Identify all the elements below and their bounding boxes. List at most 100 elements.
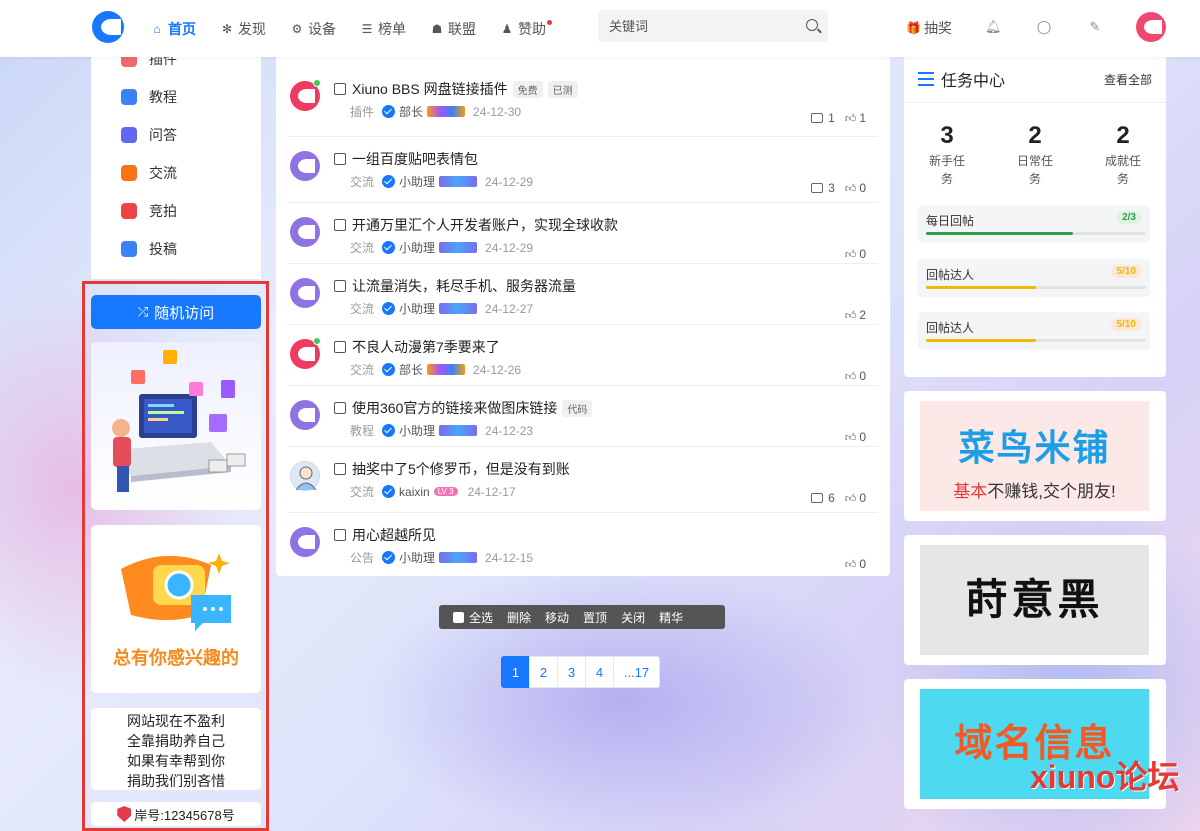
page-link[interactable]: ...17 [613,656,660,688]
page-link[interactable]: 2 [529,656,558,688]
author-avatar[interactable] [290,400,320,430]
bulk-action-1[interactable]: 删除 [507,609,531,626]
user-avatar[interactable] [1136,12,1166,42]
thread-author[interactable]: 小助理 [399,422,435,439]
thread-title[interactable]: 让流量消失，耗尽手机、服务器流量 [352,276,576,296]
task-stat-0[interactable]: 3 新手任务 [917,122,977,188]
interest-card[interactable]: 总有你感兴趣的 [91,525,261,693]
thumbs-up-icon[interactable]: 👍︎ [845,182,857,195]
author-avatar[interactable] [290,278,320,308]
thumbs-up-icon[interactable]: 👍︎ [845,558,857,571]
nav-item-4[interactable]: ☗ 联盟 [430,19,476,39]
thread-category[interactable]: 交流 [350,173,374,190]
thread-checkbox[interactable] [334,529,346,541]
thread-category[interactable]: 公告 [350,549,374,566]
thread-category[interactable]: 插件 [350,103,374,120]
thread-author[interactable]: 小助理 [399,239,435,256]
author-avatar[interactable] [290,151,320,181]
thread-title-line[interactable]: Xiuno BBS 网盘链接插件 免费 已测 [334,79,578,99]
thread-title[interactable]: 抽奖中了5个修罗币，但是没有到账 [352,459,570,479]
thread-title[interactable]: 不良人动漫第7季要来了 [352,337,500,357]
bulk-action-4[interactable]: 关闭 [621,609,645,626]
task-item[interactable]: 回帖达人 5/10 [918,259,1150,297]
nav-item-3[interactable]: ☰ 榜单 [360,19,406,39]
lottery-link[interactable]: 🎁 抽奖 [906,18,952,38]
bulk-action-0[interactable]: 全选 [469,609,493,626]
select-all-checkbox[interactable] [453,611,464,623]
thread-checkbox[interactable] [334,402,346,414]
thumbs-up-icon[interactable]: 👍︎ [845,248,857,261]
thread-title-line[interactable]: 用心超越所见 [334,525,436,545]
search-icon[interactable] [806,19,818,31]
thread-row[interactable]: 开通万里汇个人开发者账户，实现全球收款 交流 小助理 24-12-29 👍︎ 0 [288,202,878,264]
page-link[interactable]: 3 [557,656,586,688]
thread-row[interactable]: 让流量消失，耗尽手机、服务器流量 交流 小助理 24-12-27 👍︎ 2 [288,263,878,325]
chat-icon[interactable]: ◯ [1036,19,1052,35]
thread-checkbox[interactable] [334,219,346,231]
site-logo[interactable] [92,11,124,43]
thread-category[interactable]: 教程 [350,422,374,439]
author-avatar[interactable] [290,217,320,247]
edit-icon[interactable]: ✎ [1087,19,1103,35]
thread-checkbox[interactable] [334,341,346,353]
task-item[interactable]: 回帖达人 5/10 [918,312,1150,350]
thread-row[interactable]: 一组百度贴吧表情包 交流 小助理 24-12-29 3 👍︎ 0 [288,136,878,198]
thread-row[interactable]: Xiuno BBS 网盘链接插件 免费 已测 插件 部长 24-12-30 1 👍︎ 1 [288,67,878,129]
random-visit-button[interactable]: ⤮ 随机访问 [91,295,261,329]
thread-title[interactable]: Xiuno BBS 网盘链接插件 [352,79,508,99]
thread-title[interactable]: 使用360官方的链接来做图床链接 [352,398,557,418]
sidebar-item-2[interactable]: 问答 [121,125,177,145]
ad-cainiao-banner[interactable]: 菜鸟米铺 基本不赚钱,交个朋友! [920,401,1149,511]
thread-row[interactable]: 抽奖中了5个修罗币，但是没有到账 交流 kaixin LV 3 24-12-17 6 👍︎ 0 [288,446,878,508]
thread-checkbox[interactable] [334,153,346,165]
thread-title-line[interactable]: 一组百度贴吧表情包 [334,149,478,169]
sidebar-item-1[interactable]: 教程 [121,87,177,107]
task-item[interactable]: 每日回帖 2/3 [918,205,1150,243]
thread-author[interactable]: 部长 [399,103,423,120]
search-input[interactable] [598,10,788,42]
thread-title-line[interactable]: 不良人动漫第7季要来了 [334,337,500,357]
thread-author[interactable]: 小助理 [399,300,435,317]
thread-title-line[interactable]: 开通万里汇个人开发者账户，实现全球收款 [334,215,618,235]
coder-illustration-card[interactable] [91,342,261,510]
ad-logo-black[interactable]: 莳意黑 [904,535,1166,665]
thread-author[interactable]: 小助理 [399,173,435,190]
page-link[interactable]: 1 [501,656,530,688]
thread-row[interactable]: 使用360官方的链接来做图床链接 代码 教程 小助理 24-12-23 👍︎ 0 [288,385,878,447]
thumbs-up-icon[interactable]: 👍︎ [845,309,857,322]
bulk-action-5[interactable]: 精华 [659,609,683,626]
task-stat-2[interactable]: 2 成就任务 [1093,122,1153,188]
thread-category[interactable]: 交流 [350,483,374,500]
ad-logo-black-banner[interactable]: 莳意黑 [920,545,1149,655]
nav-item-0[interactable]: ⌂ 首页 [150,19,196,39]
thread-row[interactable]: 不良人动漫第7季要来了 交流 部长 24-12-26 👍︎ 0 [288,324,878,386]
thread-title[interactable]: 用心超越所见 [352,525,436,545]
nav-item-5[interactable]: ♟ 赞助 [500,19,552,39]
sidebar-item-4[interactable]: 竞拍 [121,201,177,221]
thread-title-line[interactable]: 让流量消失，耗尽手机、服务器流量 [334,276,576,296]
thumbs-up-icon[interactable]: 👍︎ [845,370,857,383]
thread-author[interactable]: 部长 [399,361,423,378]
thread-checkbox[interactable] [334,280,346,292]
thread-author[interactable]: 小助理 [399,549,435,566]
thread-row[interactable]: 用心超越所见 公告 小助理 24-12-15 👍︎ 0 [288,512,878,574]
sidebar-item-5[interactable]: 投稿 [121,239,177,259]
thread-author[interactable]: kaixin [399,485,430,499]
bulk-action-3[interactable]: 置顶 [583,609,607,626]
page-link[interactable]: 4 [585,656,614,688]
thumbs-up-icon[interactable]: 👍︎ [845,112,857,125]
thread-category[interactable]: 交流 [350,239,374,256]
bulk-action-2[interactable]: 移动 [545,609,569,626]
thread-checkbox[interactable] [334,83,346,95]
ad-cainiao[interactable]: 菜鸟米铺 基本不赚钱,交个朋友! [904,391,1166,521]
thread-title-line[interactable]: 使用360官方的链接来做图床链接 代码 [334,398,593,418]
author-avatar[interactable] [290,527,320,557]
thread-title-line[interactable]: 抽奖中了5个修罗币，但是没有到账 [334,459,570,479]
thread-category[interactable]: 交流 [350,361,374,378]
view-all-link[interactable]: 查看全部 [1104,71,1152,88]
thumbs-up-icon[interactable]: 👍︎ [845,492,857,505]
thread-category[interactable]: 交流 [350,300,374,317]
thread-title[interactable]: 开通万里汇个人开发者账户，实现全球收款 [352,215,618,235]
task-stat-1[interactable]: 2 日常任务 [1005,122,1065,188]
author-avatar[interactable] [290,461,320,491]
